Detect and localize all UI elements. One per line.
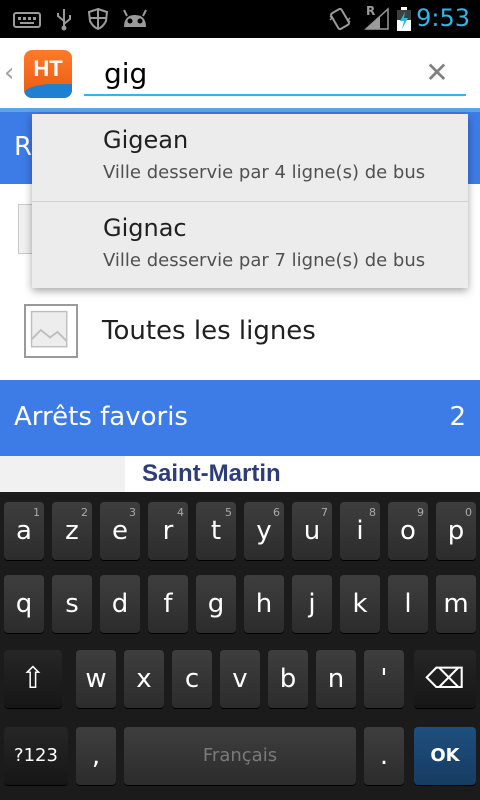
shield-icon bbox=[87, 7, 109, 31]
suggestion-item-gignac[interactable]: Gignac Ville desservie par 7 ligne(s) de… bbox=[32, 202, 468, 289]
key-q[interactable]: q bbox=[4, 575, 44, 633]
android-icon bbox=[123, 9, 147, 27]
key-h[interactable]: h bbox=[244, 575, 284, 633]
back-chevron-icon[interactable]: ‹ bbox=[4, 58, 14, 88]
key-r[interactable]: r4 bbox=[148, 502, 188, 560]
usb-icon bbox=[57, 9, 71, 31]
delete-key[interactable]: ⌫ bbox=[414, 650, 476, 708]
key-hint: 2 bbox=[81, 506, 88, 519]
key-m[interactable]: m bbox=[436, 575, 476, 633]
all-lines-item[interactable]: Toutes les lignes bbox=[0, 282, 480, 380]
key-label: e bbox=[112, 516, 128, 546]
battery-charging-icon bbox=[397, 7, 411, 31]
key-l[interactable]: l bbox=[388, 575, 428, 633]
key-i[interactable]: i8 bbox=[340, 502, 380, 560]
key-label: i bbox=[356, 516, 364, 546]
suggestion-description: Ville desservie par 7 ligne(s) de bus bbox=[103, 250, 426, 271]
favorite-stop-name: Saint-Martin bbox=[142, 460, 281, 487]
favorite-stop-thumbnail bbox=[0, 456, 125, 492]
app-logo-text: HT bbox=[33, 56, 63, 81]
key-t[interactable]: t5 bbox=[196, 502, 236, 560]
action-bar: ‹ HT ✕ bbox=[0, 38, 480, 110]
favorite-stop-item[interactable]: Saint-Martin bbox=[0, 456, 480, 492]
search-suggestions: Gigean Ville desservie par 4 ligne(s) de… bbox=[32, 114, 468, 288]
key-f[interactable]: f bbox=[148, 575, 188, 633]
all-lines-label: Toutes les lignes bbox=[102, 316, 316, 346]
key-label: y bbox=[256, 516, 272, 546]
key-g[interactable]: g bbox=[196, 575, 236, 633]
signal-icon bbox=[364, 7, 389, 30]
key-hint: 9 bbox=[417, 506, 424, 519]
status-bar: R 9:53 bbox=[0, 0, 480, 38]
soft-keyboard: a1 z2 e3 r4 t5 y6 u7 i8 o9 p0 q s d f g … bbox=[0, 492, 480, 800]
clear-search-icon[interactable]: ✕ bbox=[420, 56, 454, 90]
key-hint: 8 bbox=[369, 506, 376, 519]
space-key[interactable]: Français bbox=[124, 727, 356, 785]
favorites-header: Arrêts favoris 2 bbox=[0, 380, 480, 456]
key-hint: 7 bbox=[321, 506, 328, 519]
keyboard-icon bbox=[13, 12, 41, 28]
favorites-count: 2 bbox=[449, 402, 466, 432]
key-hint: 4 bbox=[177, 506, 184, 519]
key-y[interactable]: y6 bbox=[244, 502, 284, 560]
search-input[interactable] bbox=[84, 52, 466, 96]
symbols-key[interactable]: ?123 bbox=[4, 727, 68, 785]
favorites-title: Arrêts favoris bbox=[14, 402, 188, 432]
image-placeholder-icon bbox=[24, 304, 78, 358]
suggestion-description: Ville desservie par 4 ligne(s) de bus bbox=[103, 162, 426, 183]
suggestion-item-gigean[interactable]: Gigean Ville desservie par 4 ligne(s) de… bbox=[32, 114, 468, 201]
key-n[interactable]: n bbox=[316, 650, 356, 708]
key-hint: 1 bbox=[33, 506, 40, 519]
key-label: z bbox=[65, 516, 79, 546]
app-logo[interactable]: HT bbox=[24, 50, 72, 98]
key-hint: 0 bbox=[465, 506, 472, 519]
key-label: r bbox=[162, 516, 174, 546]
key-label: o bbox=[400, 516, 416, 546]
key-d[interactable]: d bbox=[100, 575, 140, 633]
key-apostrophe[interactable]: ' bbox=[364, 650, 404, 708]
key-a[interactable]: a1 bbox=[4, 502, 44, 560]
suggestion-name: Gignac bbox=[103, 214, 187, 242]
key-hint: 5 bbox=[225, 506, 232, 519]
key-j[interactable]: j bbox=[292, 575, 332, 633]
key-o[interactable]: o9 bbox=[388, 502, 428, 560]
comma-key[interactable]: , bbox=[76, 727, 116, 785]
key-w[interactable]: w bbox=[76, 650, 116, 708]
ok-key[interactable]: OK bbox=[414, 727, 476, 785]
key-label: a bbox=[16, 516, 32, 546]
key-e[interactable]: e3 bbox=[100, 502, 140, 560]
key-k[interactable]: k bbox=[340, 575, 380, 633]
lines-section-title: R bbox=[14, 132, 33, 162]
status-clock: 9:53 bbox=[416, 4, 470, 32]
key-label: t bbox=[210, 516, 222, 546]
key-x[interactable]: x bbox=[124, 650, 164, 708]
key-z[interactable]: z2 bbox=[52, 502, 92, 560]
vibrate-icon bbox=[329, 7, 351, 31]
key-s[interactable]: s bbox=[52, 575, 92, 633]
key-hint: 6 bbox=[273, 506, 280, 519]
key-u[interactable]: u7 bbox=[292, 502, 332, 560]
suggestion-name: Gigean bbox=[103, 126, 189, 154]
key-b[interactable]: b bbox=[268, 650, 308, 708]
key-hint: 3 bbox=[129, 506, 136, 519]
key-p[interactable]: p0 bbox=[436, 502, 476, 560]
key-label: u bbox=[303, 516, 321, 546]
logo-wave bbox=[24, 84, 72, 98]
shift-key[interactable]: ⇧ bbox=[4, 650, 62, 708]
period-key[interactable]: . bbox=[364, 727, 404, 785]
key-label: p bbox=[447, 516, 465, 546]
key-c[interactable]: c bbox=[172, 650, 212, 708]
key-v[interactable]: v bbox=[220, 650, 260, 708]
